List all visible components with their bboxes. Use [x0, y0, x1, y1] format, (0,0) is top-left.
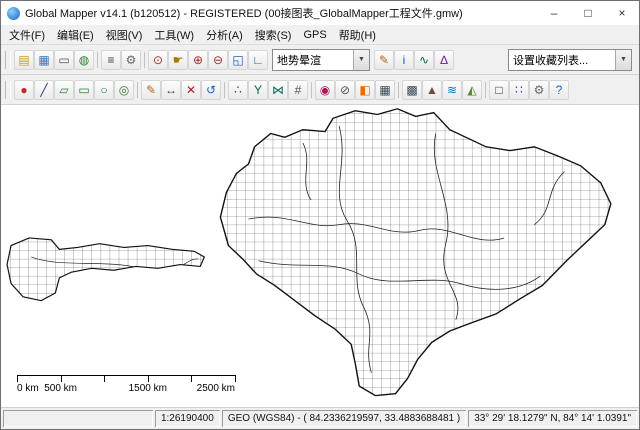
buffer-icon[interactable]: ◉: [315, 79, 335, 100]
separator: [94, 50, 101, 70]
configuration-icon[interactable]: ⚙: [121, 49, 141, 70]
scale-label: 1500 km: [128, 383, 167, 394]
move-feature-icon[interactable]: ↔: [161, 79, 181, 100]
map-region-small: [6, 237, 206, 302]
separator: [482, 80, 489, 100]
menu-item[interactable]: GPS: [297, 28, 332, 42]
favorites-combo-value: 设置收藏列表...: [513, 54, 589, 67]
status-bar: 1:26190400 GEO (WGS84) - ( 84.2336219597…: [1, 407, 639, 429]
menu-item[interactable]: 搜索(S): [249, 26, 298, 44]
shader-combo-value: 地势晕渲: [277, 54, 321, 67]
main-toolbar: ▤ ▦ ▭ ◍ ≡ ⚙ ⊙ ☛ ⊕ ⊖ ◱ ∟ 地势晕渲 ▼ ✎ i ∿ ∆ 设置收藏列表... ▼: [1, 45, 639, 75]
undo-icon[interactable]: ↺: [201, 79, 221, 100]
digitizer-tools-group: ● ╱ ▱ ▭ ○ ◎ ✎ ↔ ✕ ↺ ∴ Y ⋈ # ◉ ⊘ ◧ ▦ ▩ ▲ ≋ ◭ □ ∷ ⚙?: [14, 79, 569, 100]
pan-tool-icon[interactable]: ☛: [168, 49, 188, 70]
zoom-in-icon[interactable]: ⊕: [188, 49, 208, 70]
delete-feature-icon[interactable]: ✕: [181, 79, 201, 100]
chevron-down-icon[interactable]: ▼: [353, 49, 369, 70]
lidar-icon[interactable]: ∷: [509, 79, 529, 100]
3d-view-icon[interactable]: ∆: [434, 49, 454, 70]
view-tools-group: ✎ i ∿ ∆: [374, 49, 454, 70]
open-file-icon[interactable]: ▤: [14, 49, 34, 70]
menu-item[interactable]: 分析(A): [200, 26, 249, 44]
create-circle-icon[interactable]: ○: [94, 79, 114, 100]
menu-item[interactable]: 视图(V): [100, 26, 149, 44]
grid-create-icon[interactable]: ▩: [402, 79, 422, 100]
create-point-icon[interactable]: ●: [14, 79, 34, 100]
digitizer-toolbar: ● ╱ ▱ ▭ ○ ◎ ✎ ↔ ✕ ↺ ∴ Y ⋈ # ◉ ⊘ ◧ ▦ ▩ ▲ ≋ ◭ □ ∷ ⚙?: [1, 75, 639, 105]
chevron-down-icon[interactable]: ▼: [615, 49, 631, 70]
zoom-tool-icon[interactable]: ⊙: [148, 49, 168, 70]
global-mapper-window: Global Mapper v14.1 (b120512) - REGISTER…: [0, 0, 640, 430]
shader-combo[interactable]: 地势晕渲 ▼: [272, 48, 370, 71]
menu-bar: 文件(F) 编辑(E) 视图(V) 工具(W) 分析(A) 搜索(S) GPS 帮助(H): [1, 25, 639, 45]
zoom-out-icon[interactable]: ⊖: [208, 49, 228, 70]
create-rectangle-icon[interactable]: ▭: [74, 79, 94, 100]
status-projection: GEO (WGS84) - ( 84.2336219597, 33.488368…: [222, 410, 466, 427]
close-button[interactable]: ×: [605, 1, 639, 25]
app-icon: [7, 6, 20, 20]
help-icon[interactable]: ?: [549, 79, 569, 100]
separator: [395, 80, 402, 100]
status-scale: 1:26190400: [155, 410, 220, 427]
paint-icon[interactable]: ◧: [355, 79, 375, 100]
split-line-icon[interactable]: Y: [248, 79, 268, 100]
edit-feature-icon[interactable]: ✎: [141, 79, 161, 100]
menu-item[interactable]: 文件(F): [3, 26, 51, 44]
menu-item[interactable]: 编辑(E): [51, 26, 100, 44]
create-area-icon[interactable]: ▱: [54, 79, 74, 100]
feature-info-icon[interactable]: i: [394, 49, 414, 70]
options-icon[interactable]: ⚙: [529, 79, 549, 100]
viewshed-icon[interactable]: ◭: [462, 79, 482, 100]
maximize-button[interactable]: □: [571, 1, 605, 25]
scale-label: 0 km: [17, 383, 39, 394]
path-profile-icon[interactable]: ∿: [414, 49, 434, 70]
separator: [221, 80, 228, 100]
terrain-icon[interactable]: ▲: [422, 79, 442, 100]
select-features-icon[interactable]: □: [489, 79, 509, 100]
status-coordinates: 33° 29' 18.1279" N, 84° 14' 1.0391": [468, 410, 637, 427]
create-line-icon[interactable]: ╱: [34, 79, 54, 100]
toolbar-grip: [5, 50, 11, 69]
digitizer-tool-icon[interactable]: ✎: [374, 49, 394, 70]
watershed-icon[interactable]: ≋: [442, 79, 462, 100]
measure-tool-icon[interactable]: ∟: [248, 49, 268, 70]
crop-icon[interactable]: ⊘: [335, 79, 355, 100]
scale-label: 2500 km: [196, 383, 235, 394]
map-region-large: [219, 108, 612, 397]
window-title: Global Mapper v14.1 (b120512) - REGISTER…: [25, 8, 463, 20]
title-bar: Global Mapper v14.1 (b120512) - REGISTER…: [1, 1, 639, 25]
create-range-rings-icon[interactable]: ◎: [114, 79, 134, 100]
scale-bar: 0 km 500 km 1500 km 2500 km: [17, 367, 236, 395]
separator: [308, 80, 315, 100]
menu-item[interactable]: 工具(W): [148, 26, 200, 44]
print-icon[interactable]: ▭: [54, 49, 74, 70]
attributes-icon[interactable]: ▦: [375, 79, 395, 100]
file-tools-group: ▤ ▦ ▭ ◍ ≡ ⚙ ⊙ ☛ ⊕ ⊖ ◱ ∟: [14, 49, 268, 70]
separator: [134, 80, 141, 100]
minimize-button[interactable]: –: [537, 1, 571, 25]
toolbar-grip: [5, 80, 11, 99]
map-view[interactable]: 0 km 500 km 1500 km 2500 km: [1, 105, 639, 407]
combine-lines-icon[interactable]: ⋈: [268, 79, 288, 100]
overlay-control-center-icon[interactable]: ≡: [101, 49, 121, 70]
scale-label: 500 km: [44, 383, 77, 394]
status-message: [3, 410, 153, 427]
map-canvas[interactable]: [1, 105, 639, 407]
menu-item[interactable]: 帮助(H): [333, 26, 382, 44]
snap-toggle-icon[interactable]: #: [288, 79, 308, 100]
full-view-icon[interactable]: ◱: [228, 49, 248, 70]
open-online-data-icon[interactable]: ◍: [74, 49, 94, 70]
favorites-combo[interactable]: 设置收藏列表... ▼: [508, 48, 632, 71]
scale-bar-line: [17, 375, 235, 376]
vertex-edit-icon[interactable]: ∴: [228, 79, 248, 100]
save-workspace-icon[interactable]: ▦: [34, 49, 54, 70]
separator: [141, 50, 148, 70]
